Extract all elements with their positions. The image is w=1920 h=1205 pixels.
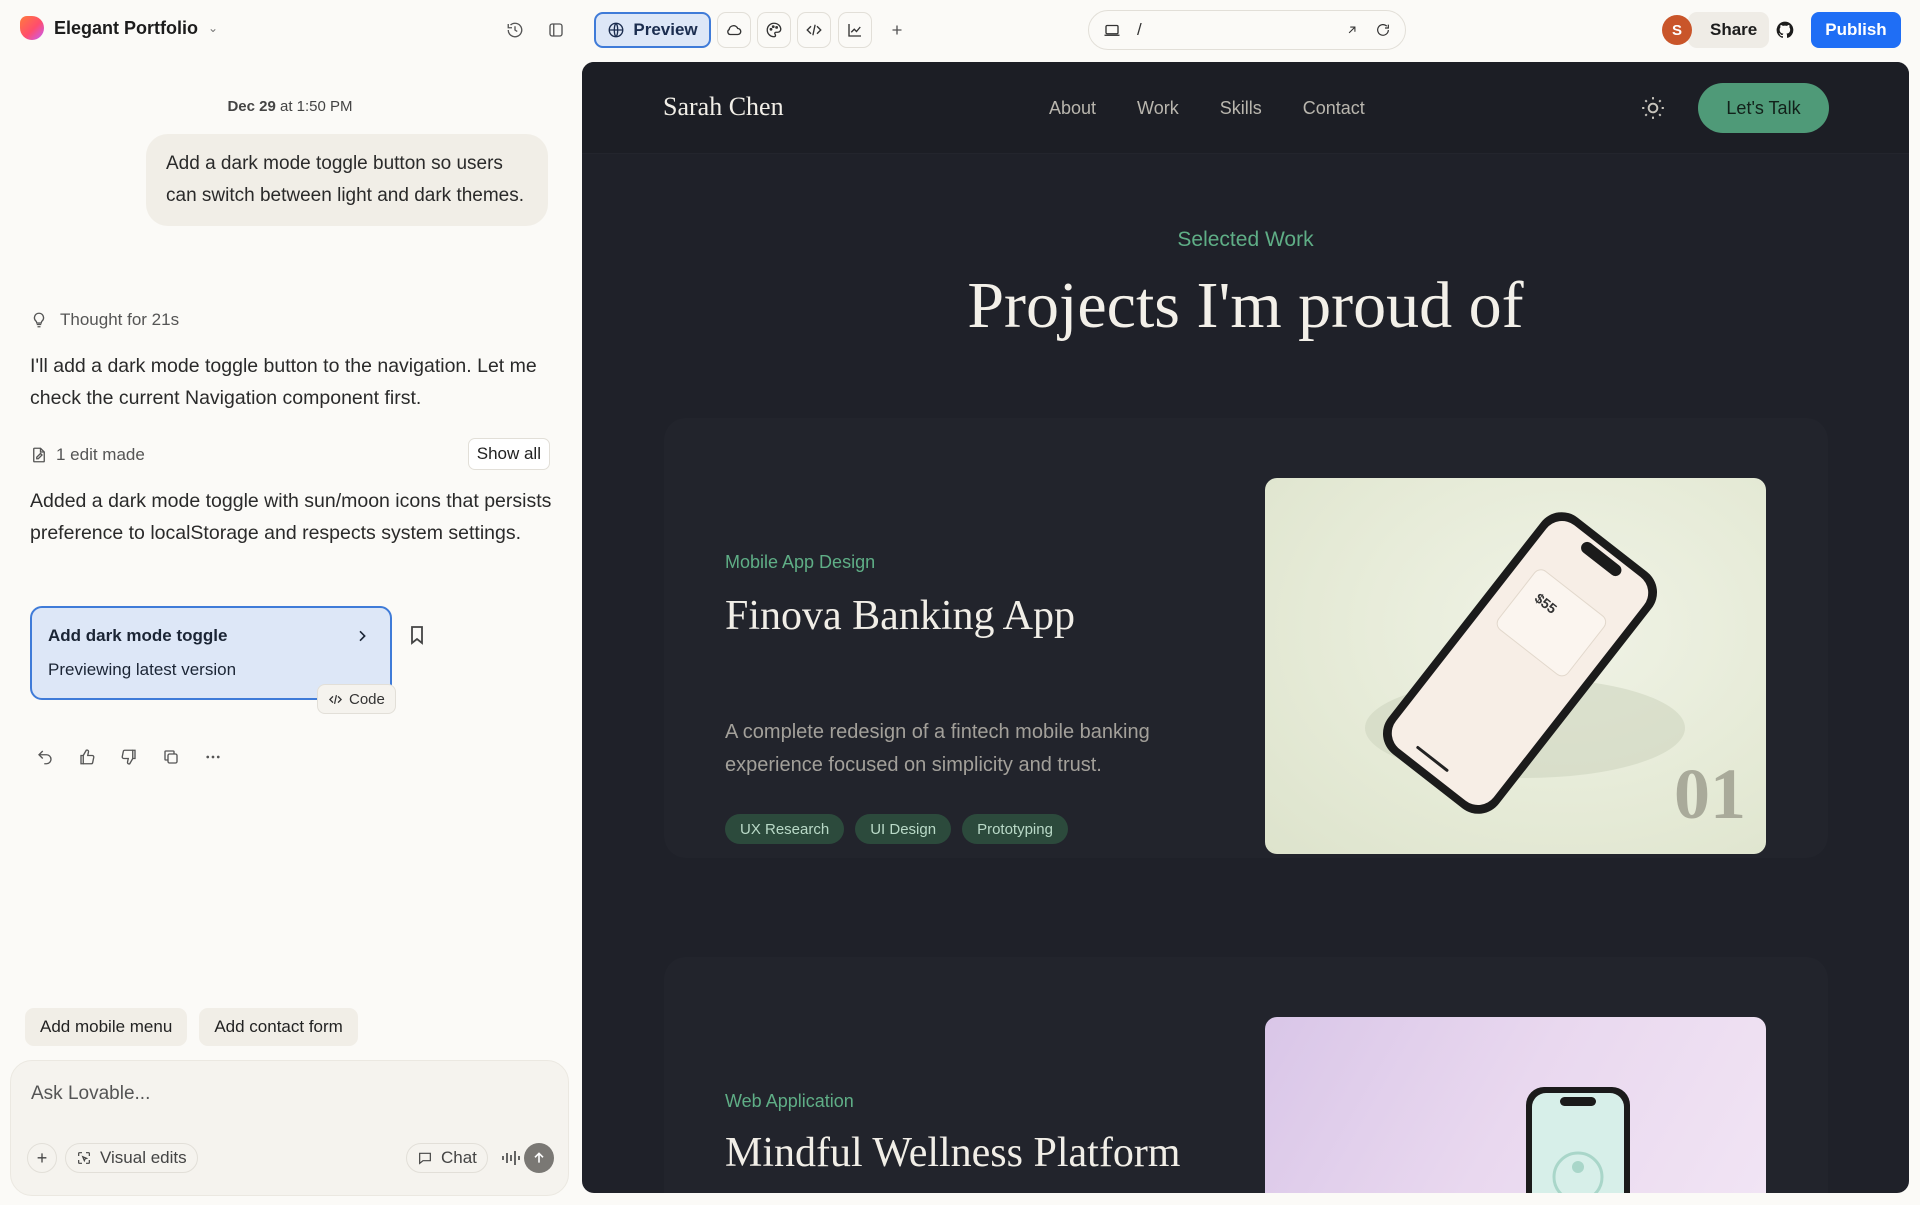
globe-icon — [608, 22, 624, 38]
suggestion-list: Add mobile menu Add contact form — [25, 1008, 358, 1046]
project-tags: UX Research UI Design Prototyping — [725, 814, 1068, 844]
code-label: Code — [349, 690, 385, 708]
thought-label: Thought for 21s — [60, 310, 180, 329]
nav-link-about[interactable]: About — [1049, 98, 1096, 119]
timestamp-date: Dec 29 — [227, 98, 276, 115]
chevron-right-icon — [359, 630, 366, 642]
preview-label: Preview — [633, 20, 698, 39]
assistant-message-result: Added a dark mode toggle with sun/moon i… — [30, 490, 552, 544]
site-navigation: Sarah Chen About Work Skills Contact Let… — [582, 62, 1909, 154]
analytics-button[interactable] — [838, 12, 872, 48]
version-title: Add dark mode toggle — [48, 626, 228, 645]
open-external-icon[interactable] — [1345, 23, 1359, 37]
lovable-logo-icon — [20, 16, 44, 40]
project-title: Finova Banking App — [725, 593, 1076, 639]
nav-link-skills[interactable]: Skills — [1220, 98, 1262, 119]
share-button[interactable]: Share — [1688, 12, 1770, 48]
project-tag: UI Design — [855, 814, 952, 844]
user-message: Add a dark mode toggle button so users c… — [146, 134, 548, 226]
lets-talk-button[interactable]: Let's Talk — [1698, 83, 1829, 133]
visual-edits-button[interactable]: Visual edits — [65, 1143, 198, 1173]
edits-summary: 1 edit made Show all — [30, 438, 550, 470]
arrow-up-icon — [534, 1152, 544, 1163]
project-tag: UX Research — [725, 814, 845, 844]
theme-button[interactable] — [757, 12, 791, 48]
project-image: $55 01 — [1265, 478, 1766, 854]
version-subtitle: Previewing latest version — [48, 660, 237, 679]
code-icon — [806, 24, 822, 36]
more-icon[interactable] — [198, 742, 228, 772]
project-number: 01 — [1674, 754, 1746, 834]
project-tag: Prototyping — [962, 814, 1068, 844]
section-title: Projects I'm proud of — [967, 269, 1524, 342]
prompt-input[interactable] — [31, 1079, 531, 1109]
edits-label: 1 edit made — [56, 445, 145, 464]
github-icon[interactable] — [1768, 13, 1802, 47]
code-icon — [328, 694, 343, 704]
undo-icon[interactable] — [30, 742, 60, 772]
visual-edits-label: Visual edits — [100, 1148, 187, 1167]
top-bar: Elegant Portfolio ⌄ Preview / Share S Pu… — [0, 0, 1920, 60]
visual-edit-icon — [78, 1152, 90, 1164]
site-brand[interactable]: Sarah Chen — [663, 92, 784, 122]
code-view-button[interactable] — [797, 12, 831, 48]
preview-button[interactable]: Preview — [594, 12, 711, 48]
history-icon[interactable] — [498, 13, 532, 47]
url-bar[interactable]: / — [1088, 10, 1406, 50]
project-title: Mindful Wellness Platform — [725, 1130, 1181, 1176]
timestamp-time: at 1:50 PM — [280, 98, 353, 115]
project-switcher[interactable]: Elegant Portfolio ⌄ — [20, 16, 218, 40]
section-label: Selected Work — [1177, 228, 1314, 251]
cloud-button[interactable] — [717, 12, 751, 48]
refresh-icon[interactable] — [1375, 22, 1391, 38]
show-all-button[interactable]: Show all — [467, 438, 550, 470]
thumbs-down-icon[interactable] — [114, 742, 144, 772]
voice-icon[interactable] — [499, 1146, 523, 1170]
attach-icon[interactable]: + — [27, 1143, 57, 1173]
chat-mode-button[interactable]: Chat — [406, 1143, 488, 1173]
cloud-icon — [727, 25, 742, 36]
add-tab-icon[interactable] — [880, 13, 914, 47]
file-edit-icon — [33, 447, 45, 463]
project-category: Mobile App Design — [725, 552, 876, 572]
sun-icon[interactable] — [1640, 95, 1666, 121]
nav-link-contact[interactable]: Contact — [1303, 98, 1365, 119]
thumbs-up-icon[interactable] — [72, 742, 102, 772]
project-name: Elegant Portfolio — [54, 17, 198, 38]
assistant-message: I'll add a dark mode toggle button to th… — [30, 355, 537, 409]
sidebar-toggle-icon[interactable] — [539, 13, 573, 47]
site-nav-links: About Work Skills Contact — [1049, 98, 1365, 119]
url-path[interactable]: / — [1137, 20, 1329, 40]
chat-panel: Dec 29 at 1:50 PM Add a dark mode toggle… — [0, 60, 580, 1205]
nav-link-work[interactable]: Work — [1137, 98, 1179, 119]
composer: + Visual edits Chat — [10, 1060, 569, 1196]
chevron-down-icon: ⌄ — [208, 21, 219, 35]
chat-bubble-icon — [419, 1152, 431, 1165]
chat-mode-label: Chat — [441, 1148, 477, 1167]
message-actions — [30, 742, 228, 772]
user-avatar[interactable]: S — [1662, 15, 1692, 45]
copy-icon[interactable] — [156, 742, 186, 772]
suggestion-chip[interactable]: Add mobile menu — [25, 1008, 188, 1046]
project-description: A complete redesign of a fintech mobile … — [725, 721, 1150, 776]
send-button[interactable] — [524, 1143, 554, 1173]
project-category: Web Application — [725, 1091, 854, 1111]
publish-button[interactable]: Publish — [1811, 12, 1901, 48]
palette-icon — [766, 22, 782, 38]
suggestion-chip[interactable]: Add contact form — [199, 1008, 358, 1046]
device-icon[interactable] — [1103, 21, 1121, 39]
thought-indicator[interactable]: Thought for 21s — [30, 310, 179, 330]
chart-icon — [848, 24, 861, 37]
message-timestamp: Dec 29 at 1:50 PM — [0, 98, 580, 115]
bookmark-icon[interactable] — [405, 623, 429, 647]
lightbulb-icon — [33, 312, 45, 328]
share-label: Share — [1710, 20, 1758, 39]
view-code-button[interactable]: Code — [317, 684, 396, 714]
phone-illustration — [1526, 1087, 1630, 1193]
project-image — [1265, 1017, 1766, 1193]
